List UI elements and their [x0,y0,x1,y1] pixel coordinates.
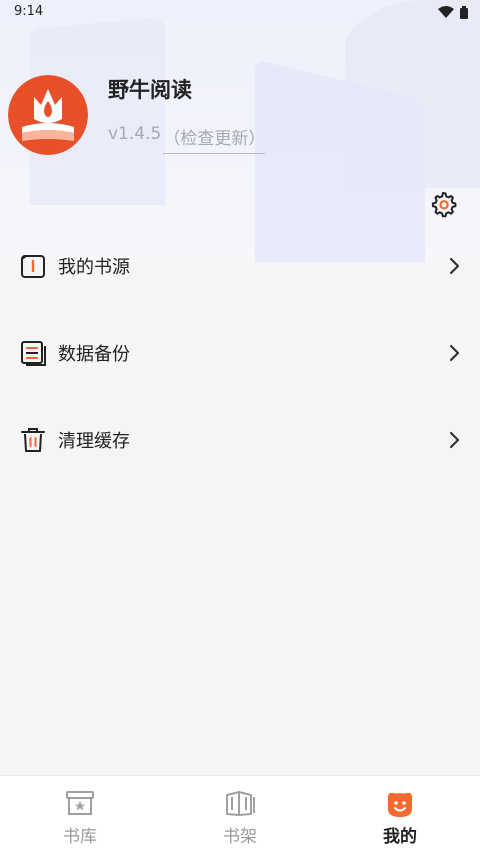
nav-label: 书库 [63,827,97,847]
nav-label: 书架 [223,827,257,847]
battery-icon [460,5,468,19]
book-source-icon [21,255,45,278]
backup-icon [21,341,46,366]
version-text: v1.4.5 [108,124,162,144]
menu-item-clear-cache[interactable]: 清理缓存 [0,410,480,470]
app-logo-avatar[interactable] [8,75,88,155]
menu-item-data-backup[interactable]: 数据备份 [0,323,480,383]
chevron-right-icon [449,344,460,362]
app-name: 野牛阅读 [108,78,192,102]
library-icon [66,791,94,815]
wifi-icon [438,6,454,18]
bookshelf-icon [226,791,255,816]
settings-button[interactable] [429,190,457,218]
menu-label: 数据备份 [58,344,130,365]
bison-logo-icon [8,75,88,155]
nav-tab-bookshelf[interactable]: 书架 [160,776,320,856]
mine-icon [388,792,412,817]
menu-label: 清理缓存 [58,431,130,452]
nav-tab-library[interactable]: 书库 [0,776,160,856]
menu-item-book-source[interactable]: 我的书源 [0,236,480,296]
nav-tab-mine[interactable]: 我的 [320,776,480,856]
status-time: 9:14 [14,4,44,19]
gear-icon [431,192,457,218]
version-row: v1.4.5 （检查更新） [108,124,266,154]
chevron-right-icon [449,431,460,449]
check-update-link[interactable]: （检查更新） [163,124,266,154]
trash-icon [21,428,45,452]
menu-label: 我的书源 [58,257,130,278]
chevron-right-icon [449,257,460,275]
bottom-navigation: 书库 书架 我的 [0,775,480,856]
status-bar: 9:14 [0,0,480,24]
nav-label: 我的 [383,827,417,847]
